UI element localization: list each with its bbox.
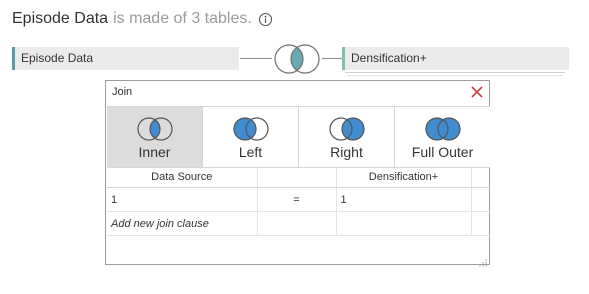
join-clause-row[interactable]: 1 = 1 <box>107 187 490 212</box>
join-dialog: Join Inner Left Right Full Outer Data So… <box>105 80 490 267</box>
datasource-name[interactable]: Episode Data <box>12 10 108 28</box>
join-type-selector: Inner Left Right Full Outer <box>107 106 490 168</box>
clause-left-field[interactable]: 1 <box>107 187 258 212</box>
datasource-subtitle: is made of 3 tables. <box>113 10 252 27</box>
add-clause-extra-cell <box>471 211 490 236</box>
add-clause-row[interactable]: Add new join clause <box>107 211 490 236</box>
column-header-right-source: Densification+ <box>336 167 472 188</box>
column-header-left-source: Data Source <box>107 167 258 188</box>
inner-join-icon <box>136 117 173 141</box>
join-type-full-outer[interactable]: Full Outer <box>395 107 490 167</box>
canvas-join-icon[interactable] <box>271 43 323 75</box>
clause-extra-cell <box>471 187 490 212</box>
join-clause-header-row: Data Source Densification+ <box>107 167 490 188</box>
join-connector-left <box>240 58 272 59</box>
resize-grip-icon[interactable] <box>479 254 487 267</box>
right-table-pill[interactable]: Densification+ <box>342 47 569 70</box>
close-icon[interactable] <box>469 84 485 100</box>
clause-operator[interactable]: = <box>257 187 337 212</box>
info-icon[interactable] <box>258 12 273 27</box>
stacked-table-line <box>347 75 563 76</box>
right-join-icon <box>328 117 365 141</box>
datasource-title-row: Episode Data is made of 3 tables. <box>12 8 273 30</box>
join-type-label: Inner <box>138 144 171 160</box>
stacked-table-line <box>345 72 565 73</box>
join-type-right[interactable]: Right <box>299 107 395 167</box>
add-clause-op-cell <box>257 211 337 236</box>
full-outer-join-icon <box>424 117 461 141</box>
join-type-label: Full Outer <box>411 144 474 160</box>
clause-right-field[interactable]: 1 <box>336 187 472 212</box>
left-table-pill[interactable]: Episode Data <box>12 47 239 70</box>
join-connector-right <box>322 58 343 59</box>
add-clause-right-cell <box>336 211 472 236</box>
join-clause-table: Data Source Densification+ 1 = 1 Add new… <box>107 167 490 236</box>
join-type-inner[interactable]: Inner <box>107 107 203 167</box>
column-header-operator <box>257 167 337 188</box>
column-header-extra <box>471 167 490 188</box>
join-dialog-header: Join <box>106 81 489 105</box>
add-join-clause[interactable]: Add new join clause <box>107 211 258 236</box>
join-dialog-title: Join <box>112 86 133 98</box>
join-type-label: Right <box>330 144 363 160</box>
join-type-label: Left <box>238 144 263 160</box>
join-type-left[interactable]: Left <box>203 107 299 167</box>
left-join-icon <box>232 117 269 141</box>
